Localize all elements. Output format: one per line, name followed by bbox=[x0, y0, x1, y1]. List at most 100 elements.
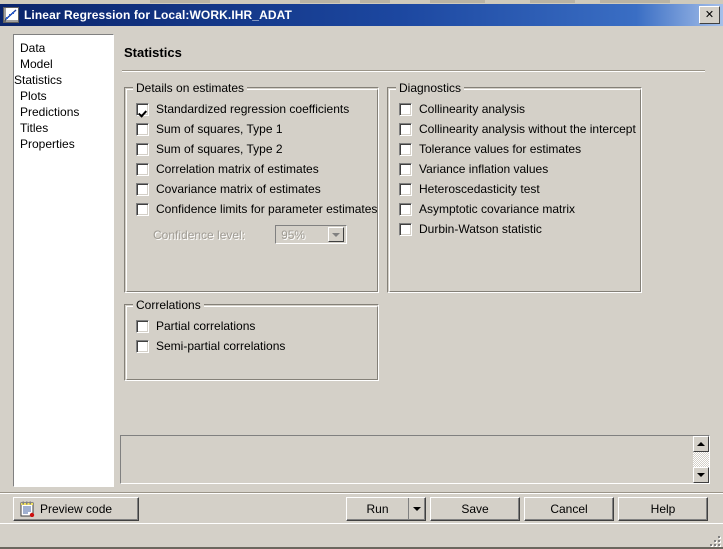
confidence-level-label: Confidence level: bbox=[153, 227, 246, 242]
checkbox-icon[interactable] bbox=[399, 142, 412, 156]
window-body: Data Model Statistics Plots Predictions … bbox=[0, 26, 723, 549]
preview-code-label: Preview code bbox=[40, 502, 113, 516]
window-title: Linear Regression for Local:WORK.IHR_ADA… bbox=[24, 8, 292, 22]
checkbox-icon[interactable] bbox=[399, 162, 412, 176]
sidebar-item-statistics[interactable]: Statistics bbox=[14, 72, 113, 88]
sidebar-item-properties[interactable]: Properties bbox=[14, 136, 113, 152]
checkbox-icon[interactable] bbox=[136, 182, 149, 196]
status-bar bbox=[0, 523, 723, 549]
checkbox-covariance-matrix-of-estimates[interactable]: Covariance matrix of estimates bbox=[136, 182, 321, 196]
checkbox-label: Sum of squares, Type 2 bbox=[156, 141, 283, 156]
checkbox-label: Sum of squares, Type 1 bbox=[156, 121, 283, 136]
checkbox-icon[interactable] bbox=[136, 142, 149, 156]
checkbox-correlation-matrix-of-estimates[interactable]: Correlation matrix of estimates bbox=[136, 162, 319, 176]
diagnostics-group: Diagnostics Collinearity analysis Collin… bbox=[387, 81, 642, 293]
sidebar-item-label: Properties bbox=[20, 137, 75, 151]
sidebar-item-label: Plots bbox=[20, 89, 47, 103]
checkbox-semi-partial-correlations[interactable]: Semi-partial correlations bbox=[136, 339, 285, 353]
checkbox-label: Durbin-Watson statistic bbox=[419, 221, 542, 236]
save-button[interactable]: Save bbox=[430, 497, 520, 521]
checkbox-icon[interactable] bbox=[399, 102, 412, 116]
sidebar-item-titles[interactable]: Titles bbox=[14, 120, 113, 136]
chevron-down-icon[interactable] bbox=[328, 227, 345, 242]
checkbox-confidence-limits-for-parameter-estimates[interactable]: Confidence limits for parameter estimate… bbox=[136, 202, 377, 216]
sidebar-item-predictions[interactable]: Predictions bbox=[14, 104, 113, 120]
checkbox-icon[interactable] bbox=[399, 182, 412, 196]
checkbox-icon[interactable] bbox=[399, 202, 412, 216]
checkbox-label: Covariance matrix of estimates bbox=[156, 181, 321, 196]
checkbox-label: Variance inflation values bbox=[419, 161, 549, 176]
sidebar-item-label: Titles bbox=[20, 121, 49, 135]
checkbox-label: Asymptotic covariance matrix bbox=[419, 201, 576, 216]
checkbox-tolerance-values-for-estimates[interactable]: Tolerance values for estimates bbox=[399, 142, 581, 156]
checkbox-durbin-watson-statistic[interactable]: Durbin-Watson statistic bbox=[399, 222, 542, 236]
sidebar-item-data[interactable]: Data bbox=[14, 40, 113, 56]
description-panel[interactable] bbox=[120, 435, 710, 484]
group-label: Diagnostics bbox=[396, 81, 465, 95]
checkbox-sum-of-squares-type-2[interactable]: Sum of squares, Type 2 bbox=[136, 142, 283, 156]
checkbox-heteroscedasticity-test[interactable]: Heteroscedasticity test bbox=[399, 182, 540, 196]
checkbox-icon[interactable] bbox=[136, 202, 149, 216]
checkbox-label: Tolerance values for estimates bbox=[419, 141, 582, 156]
details-on-estimates-group: Details on estimates Standardized regres… bbox=[124, 81, 379, 293]
navigation-list[interactable]: Data Model Statistics Plots Predictions … bbox=[13, 34, 114, 487]
sidebar-item-label: Model bbox=[20, 57, 53, 71]
scroll-down-arrow-icon[interactable] bbox=[693, 467, 709, 483]
checkbox-label: Correlation matrix of estimates bbox=[156, 161, 319, 176]
checkbox-label: Partial correlations bbox=[156, 318, 256, 333]
button-bar-divider bbox=[0, 492, 723, 494]
confidence-level-value: 95% bbox=[281, 227, 306, 242]
cancel-label: Cancel bbox=[550, 502, 588, 516]
title-bar[interactable]: Linear Regression for Local:WORK.IHR_ADA… bbox=[0, 4, 723, 26]
checkbox-icon[interactable] bbox=[136, 162, 149, 176]
checkbox-label: Heteroscedasticity test bbox=[419, 181, 540, 196]
notepad-icon bbox=[20, 501, 35, 518]
close-icon[interactable]: ✕ bbox=[699, 6, 720, 24]
description-text bbox=[121, 436, 693, 483]
description-scrollbar[interactable] bbox=[693, 436, 709, 483]
checkbox-icon[interactable] bbox=[136, 102, 149, 116]
checkbox-icon[interactable] bbox=[136, 319, 149, 333]
checkbox-variance-inflation-values[interactable]: Variance inflation values bbox=[399, 162, 548, 176]
checkbox-label: Collinearity analysis without the interc… bbox=[419, 121, 636, 136]
confidence-level-dropdown[interactable]: 95% bbox=[275, 225, 348, 244]
sidebar-item-plots[interactable]: Plots bbox=[14, 88, 113, 104]
checkbox-collinearity-analysis[interactable]: Collinearity analysis bbox=[399, 102, 525, 116]
checkbox-icon[interactable] bbox=[136, 339, 149, 353]
scrollbar-track[interactable] bbox=[693, 452, 709, 467]
correlations-group: Correlations Partial correlations Semi-p… bbox=[124, 298, 379, 381]
sidebar-item-label: Data bbox=[20, 41, 46, 55]
checkbox-label: Semi-partial correlations bbox=[156, 338, 286, 353]
linear-regression-dialog: Linear Regression for Local:WORK.IHR_ADA… bbox=[0, 0, 723, 549]
checkbox-icon[interactable] bbox=[399, 122, 412, 136]
run-button[interactable]: Run bbox=[346, 497, 426, 521]
sidebar-item-label: Statistics bbox=[14, 73, 63, 87]
help-label: Help bbox=[650, 502, 676, 516]
checkbox-icon[interactable] bbox=[136, 122, 149, 136]
checkbox-icon[interactable] bbox=[399, 222, 412, 236]
checkbox-asymptotic-covariance-matrix[interactable]: Asymptotic covariance matrix bbox=[399, 202, 575, 216]
statistics-pane: Statistics Details on estimates Standard… bbox=[120, 34, 710, 434]
checkbox-sum-of-squares-type-1[interactable]: Sum of squares, Type 1 bbox=[136, 122, 283, 136]
regression-chart-icon bbox=[3, 7, 19, 23]
sidebar-item-model[interactable]: Model bbox=[14, 56, 113, 72]
preview-code-button[interactable]: Preview code bbox=[13, 497, 139, 521]
scroll-up-arrow-icon[interactable] bbox=[693, 436, 709, 452]
page-title: Statistics bbox=[124, 45, 182, 60]
confidence-level-row: Confidence level: 95% bbox=[153, 225, 348, 244]
chevron-down-icon[interactable] bbox=[408, 498, 425, 520]
checkbox-collinearity-analysis-without-intercept[interactable]: Collinearity analysis without the interc… bbox=[399, 122, 636, 136]
save-label: Save bbox=[461, 502, 489, 516]
checkbox-label: Collinearity analysis bbox=[419, 101, 526, 116]
run-label[interactable]: Run bbox=[347, 498, 408, 520]
sidebar-item-label: Predictions bbox=[20, 105, 80, 119]
cancel-button[interactable]: Cancel bbox=[524, 497, 614, 521]
page-title-divider bbox=[122, 70, 705, 72]
checkbox-partial-correlations[interactable]: Partial correlations bbox=[136, 319, 255, 333]
resize-grip-icon[interactable] bbox=[707, 533, 720, 546]
checkbox-standardized-regression-coefficients[interactable]: Standardized regression coefficients bbox=[136, 102, 349, 116]
help-button[interactable]: Help bbox=[618, 497, 708, 521]
checkbox-label: Standardized regression coefficients bbox=[156, 101, 350, 116]
checkbox-label: Confidence limits for parameter estimate… bbox=[156, 201, 378, 216]
group-label: Details on estimates bbox=[133, 81, 248, 95]
